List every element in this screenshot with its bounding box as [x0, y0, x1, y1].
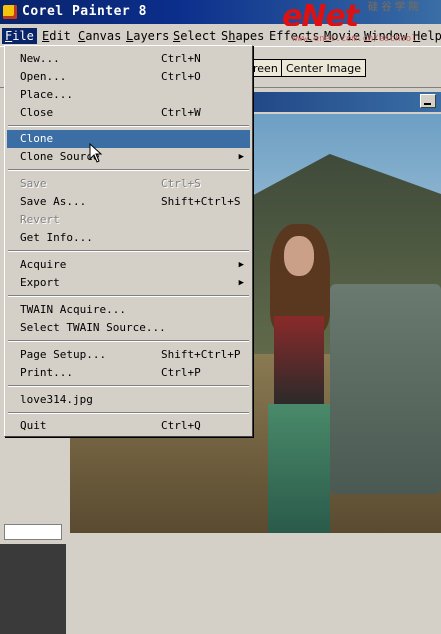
- app-title: Corel Painter 8: [22, 4, 147, 19]
- menu-item-clone[interactable]: Clone: [7, 130, 250, 148]
- menu-item-place[interactable]: Place...: [7, 86, 250, 104]
- color-swatches[interactable]: [4, 524, 62, 540]
- menu-separator: [8, 169, 249, 171]
- menu-help[interactable]: Help: [413, 28, 441, 44]
- menu-item-print[interactable]: Print... Ctrl+P: [7, 364, 250, 382]
- menu-select[interactable]: Select: [173, 28, 216, 44]
- file-menu-dropdown: New... Ctrl+N Open... Ctrl+O Place... Clos…: [4, 45, 253, 437]
- photo-truck: [330, 284, 441, 494]
- minimize-icon[interactable]: [420, 94, 436, 108]
- triangle-right-icon: ▶: [238, 152, 244, 162]
- menu-item-acquire[interactable]: Acquire ▶: [7, 256, 250, 274]
- menu-item-twain-acquire[interactable]: TWAIN Acquire...: [7, 301, 250, 319]
- triangle-right-icon: ▶: [238, 278, 244, 288]
- menu-canvas[interactable]: Canvas: [78, 28, 121, 44]
- triangle-right-icon: ▶: [238, 260, 244, 270]
- menu-item-recent-file[interactable]: love314.jpg: [7, 391, 250, 409]
- menu-item-get-info[interactable]: Get Info...: [7, 229, 250, 247]
- menu-file[interactable]: File: [2, 28, 37, 44]
- menu-separator: [8, 250, 249, 252]
- menu-separator: [8, 385, 249, 387]
- center-image-button[interactable]: Center Image: [281, 59, 366, 77]
- menu-item-export[interactable]: Export ▶: [7, 274, 250, 292]
- menu-layers[interactable]: Layers: [126, 28, 169, 44]
- menu-item-select-twain-source[interactable]: Select TWAIN Source...: [7, 319, 250, 337]
- menu-item-new[interactable]: New... Ctrl+N: [7, 50, 250, 68]
- photo-face: [284, 236, 314, 276]
- menu-item-close[interactable]: Close Ctrl+W: [7, 104, 250, 122]
- menu-separator: [8, 295, 249, 297]
- menu-item-clone-source[interactable]: Clone Source ▶: [7, 148, 250, 166]
- photo-pants: [268, 404, 330, 533]
- menu-item-save: Save Ctrl+S: [20, 177, 201, 190]
- menu-item-save-as[interactable]: Save As... Shift+Ctrl+S: [7, 193, 250, 211]
- menu-separator: [8, 412, 249, 414]
- mouse-pointer-icon: [89, 143, 103, 163]
- menu-item-quit[interactable]: Quit Ctrl+Q: [7, 417, 250, 435]
- menu-shapes[interactable]: Shapes: [221, 28, 264, 44]
- photo-top: [274, 316, 324, 406]
- menu-item-page-setup[interactable]: Page Setup... Shift+Ctrl+P: [7, 346, 250, 364]
- photo-woman: [260, 224, 340, 533]
- painter-app-icon[interactable]: [3, 5, 17, 19]
- menu-item-revert: Revert: [20, 213, 60, 226]
- watermark-cn-text: 硅 谷 学 院: [368, 2, 419, 13]
- menu-item-open[interactable]: Open... Ctrl+O: [7, 68, 250, 86]
- watermark-url: www.enet.com.cn/eschool: [292, 34, 417, 44]
- panel-lower-area: [0, 544, 66, 634]
- menu-edit[interactable]: Edit: [42, 28, 71, 44]
- menu-separator: [8, 125, 249, 127]
- fit-screen-button[interactable]: reen: [248, 59, 283, 77]
- menu-separator: [8, 340, 249, 342]
